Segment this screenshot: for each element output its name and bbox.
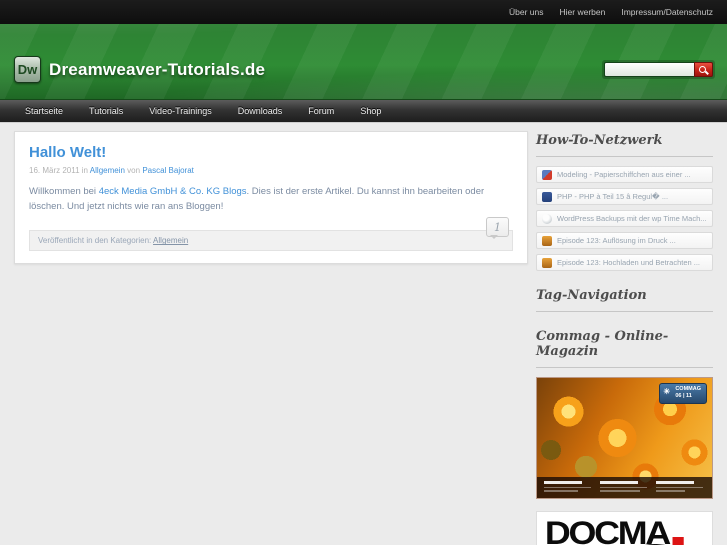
cover-caption-column <box>656 481 705 494</box>
published-categories-strip: Veröffentlicht in den Kategorien: Allgem… <box>29 230 513 252</box>
docma-cover-illustration <box>645 543 665 545</box>
post-author-link[interactable]: Pascal Bajorat <box>142 166 194 175</box>
site-favicon-icon <box>542 235 552 246</box>
site-favicon-icon <box>542 257 552 268</box>
search-icon <box>699 66 706 73</box>
nav-item-shop[interactable]: Shop <box>347 101 394 121</box>
site-favicon-icon <box>542 191 552 202</box>
howto-list-item[interactable]: Modeling - Papierschiffchen aus einer ..… <box>536 166 713 183</box>
nav-item-downloads[interactable]: Downloads <box>225 101 296 121</box>
commag-magazine-cover[interactable]: COMMAG 06 | 11 <box>536 377 713 499</box>
comment-count-bubble[interactable]: 1 <box>486 217 509 240</box>
post-meta-von-label: von <box>127 166 141 175</box>
top-utility-bar: Über uns Hier werben Impressum/Datenschu… <box>0 0 727 24</box>
sidebar-heading-howto-netzwerk: How-To-Netzwerk <box>536 131 713 157</box>
sidebar-heading-tag-navigation: Tag-Navigation <box>536 286 713 312</box>
article-column: Hallo Welt! 16. März 2011 in Allgemein v… <box>14 131 528 545</box>
topbar-link-impressum[interactable]: Impressum/Datenschutz <box>613 3 721 21</box>
search-input[interactable] <box>604 62 694 77</box>
commag-issue-badge: COMMAG 06 | 11 <box>659 383 707 404</box>
search-box <box>602 60 715 79</box>
main-navigation: Startseite Tutorials Video-Trainings Dow… <box>0 100 727 123</box>
search-button[interactable] <box>694 62 713 77</box>
sidebar-heading-commag: Commag - Online-Magazin <box>536 327 713 368</box>
howto-item-label: PHP - PHP à Teil 15 â Regul� ... <box>557 192 669 201</box>
cover-caption-column <box>600 481 649 494</box>
content-area: Hallo Welt! 16. März 2011 in Allgemein v… <box>0 123 727 545</box>
sidebar: How-To-Netzwerk Modeling - Papierschiffc… <box>536 131 713 545</box>
nav-item-tutorials[interactable]: Tutorials <box>76 101 136 121</box>
post-body-text-before: Willkommen bei <box>29 186 97 197</box>
howto-list-item[interactable]: PHP - PHP à Teil 15 â Regul� ... <box>536 188 713 205</box>
dreamweaver-logo-icon: Dw <box>14 56 41 83</box>
topbar-link-ueber-uns[interactable]: Über uns <box>501 3 552 21</box>
post-body-text-after: . Dies ist der erste Artikel. Du kannst … <box>29 186 485 212</box>
site-logo-link[interactable]: Dw Dreamweaver-Tutorials.de <box>14 56 265 83</box>
commag-badge-issue: 06 | 11 <box>675 393 692 400</box>
howto-item-label: Modeling - Papierschiffchen aus einer ..… <box>557 170 691 179</box>
howto-list-item[interactable]: Episode 123: Auflösung im Druck ... <box>536 232 713 249</box>
topbar-link-hier-werben[interactable]: Hier werben <box>552 3 614 21</box>
footer-category-link[interactable]: Allgemein <box>153 236 188 245</box>
howto-item-label: Episode 123: Auflösung im Druck ... <box>557 236 676 245</box>
howto-list-item[interactable]: WordPress Backups mit der wp Time Mach..… <box>536 210 713 227</box>
site-title: Dreamweaver-Tutorials.de <box>49 59 266 79</box>
post-footer: Veröffentlicht in den Kategorien: Allgem… <box>29 217 513 252</box>
nav-item-video-trainings[interactable]: Video-Trainings <box>136 101 225 121</box>
commag-badge-title: COMMAG <box>675 386 701 392</box>
post-title-link[interactable]: Hallo Welt! <box>29 144 106 161</box>
commag-cover-caption <box>537 477 712 498</box>
nav-item-forum[interactable]: Forum <box>295 101 347 121</box>
post-category-link[interactable]: Allgemein <box>90 166 125 175</box>
site-favicon-icon <box>542 169 552 180</box>
nav-item-startseite[interactable]: Startseite <box>12 101 76 121</box>
howto-item-label: Episode 123: Hochladen und Betrachten ..… <box>557 258 701 267</box>
docma-magazine-cover[interactable]: DOCMA <box>536 511 713 545</box>
cover-caption-column <box>544 481 593 494</box>
page: Über uns Hier werben Impressum/Datenschu… <box>0 0 727 545</box>
howto-item-label: WordPress Backups mit der wp Time Mach..… <box>557 214 707 223</box>
howto-list-item[interactable]: Episode 123: Hochladen und Betrachten ..… <box>536 254 713 271</box>
post-body-link[interactable]: 4eck Media GmbH & Co. KG Blogs <box>99 186 247 197</box>
site-header: Dw Dreamweaver-Tutorials.de <box>0 24 727 100</box>
post-meta: 16. März 2011 in Allgemein von Pascal Ba… <box>29 166 513 175</box>
published-label: Veröffentlicht in den Kategorien: <box>38 236 152 246</box>
post-meta-in-label: in <box>81 166 89 175</box>
post-date: 16. März 2011 <box>29 166 80 175</box>
wordpress-favicon-icon <box>542 213 552 224</box>
blog-post: Hallo Welt! 16. März 2011 in Allgemein v… <box>14 131 528 265</box>
post-body: Willkommen bei 4eck Media GmbH & Co. KG … <box>29 185 513 214</box>
